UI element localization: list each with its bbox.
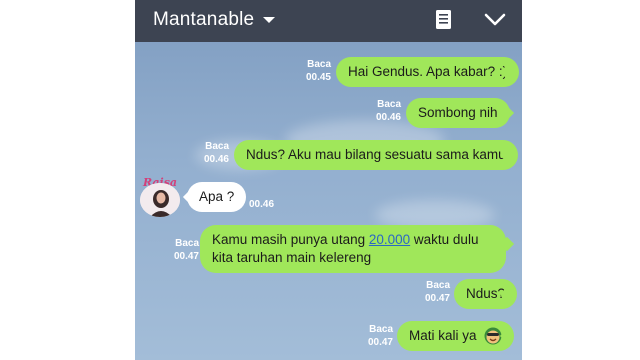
message-text: Kamu masih punya utang: [212, 232, 369, 247]
message-time: 00.47: [173, 251, 199, 262]
message-text: Hai Gendus. Apa kabar? :): [348, 64, 508, 79]
message-meta: 00.46: [249, 198, 285, 211]
message-time: 00.46: [249, 199, 275, 210]
message-meta: Baca 00.47: [165, 237, 199, 263]
read-status: Baca: [426, 280, 450, 291]
message-text: Ndus? Aku mau bilang sesuatu sama kamu: [246, 147, 506, 162]
caret-down-icon[interactable]: [263, 17, 275, 23]
message-time: 00.47: [367, 337, 393, 348]
message-text: Sombong nih: [418, 105, 498, 120]
message-meta: Baca 00.47: [357, 323, 393, 349]
message-time: 00.46: [375, 112, 401, 123]
read-status: Baca: [307, 59, 331, 70]
read-status: Baca: [369, 324, 393, 335]
message-text: Mati kali ya: [409, 328, 477, 343]
message-meta: Baca 00.46: [365, 98, 401, 124]
sent-message-bubble[interactable]: Sombong nih: [406, 98, 510, 128]
sent-message-bubble[interactable]: Mati kali ya: [397, 321, 515, 351]
message-time: 00.47: [424, 293, 450, 304]
read-status: Baca: [377, 99, 401, 110]
read-status: Baca: [205, 141, 229, 152]
note-icon[interactable]: [436, 10, 451, 29]
read-status: Baca: [175, 238, 199, 249]
chat-title[interactable]: Mantanable: [153, 9, 254, 31]
sent-message-bubble[interactable]: Ndus? Aku mau bilang sesuatu sama kamu: [234, 140, 518, 170]
message-meta: Baca 00.45: [295, 58, 331, 84]
message-meta: Baca 00.47: [414, 279, 450, 305]
message-time: 00.46: [203, 154, 229, 165]
message-time: 00.45: [305, 72, 331, 83]
chat-screen: Mantanable Baca 00.45 Hai Gendus. Apa ka…: [135, 0, 522, 360]
sent-message-bubble[interactable]: Kamu masih punya utang 20.000 waktu dulu…: [200, 225, 506, 273]
chevron-down-icon[interactable]: [484, 12, 506, 28]
avatar-portrait-icon: [140, 183, 180, 217]
chat-header: Mantanable: [135, 0, 522, 42]
received-message-bubble[interactable]: Apa ?: [187, 182, 247, 212]
amount-link[interactable]: 20.000: [369, 232, 410, 247]
avatar[interactable]: [140, 183, 180, 217]
sent-message-bubble[interactable]: Hai Gendus. Apa kabar? :): [336, 57, 520, 87]
message-meta: Baca 00.46: [193, 140, 229, 166]
message-text: Apa ?: [199, 189, 235, 204]
